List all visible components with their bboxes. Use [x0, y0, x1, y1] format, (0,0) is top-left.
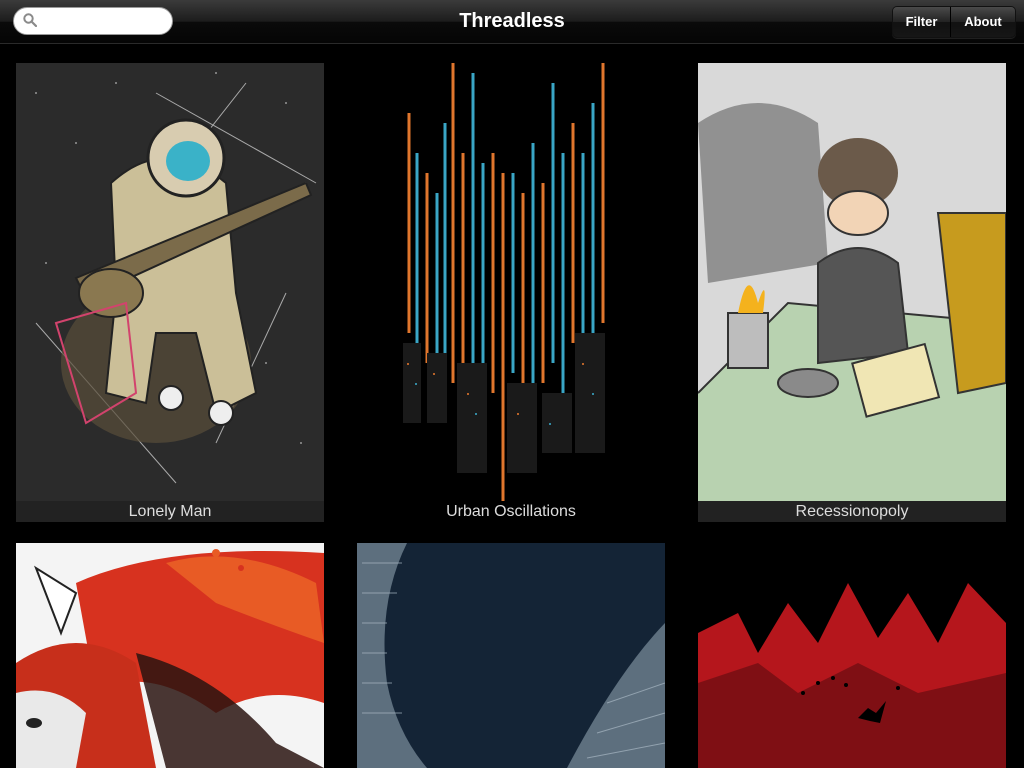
page-title: Threadless — [459, 10, 565, 32]
design-grid: Lonely Man Urban Oscillations Recessiono… — [0, 44, 1024, 768]
design-title: Recessionopoly — [698, 501, 1006, 522]
design-tile-lonely-man[interactable]: Lonely Man — [16, 63, 324, 523]
design-title: Urban Oscillations — [357, 501, 665, 522]
design-tile-recessionopoly[interactable]: Recessionopoly — [698, 63, 1006, 523]
design-tile-urban-oscillations[interactable]: Urban Oscillations — [357, 63, 665, 523]
design-tile-red-forest[interactable] — [698, 543, 1006, 768]
filter-button[interactable]: Filter — [893, 7, 950, 37]
design-artwork — [357, 63, 665, 501]
about-button[interactable]: About — [950, 7, 1015, 37]
design-title: Lonely Man — [16, 501, 324, 522]
design-artwork — [16, 543, 324, 768]
nav-segmented-control: Filter About — [892, 6, 1016, 38]
design-tile-pattern[interactable] — [357, 543, 665, 768]
design-artwork — [698, 63, 1006, 501]
navigation-bar: Threadless Filter About — [0, 0, 1024, 44]
design-artwork — [357, 543, 665, 768]
design-artwork — [16, 63, 324, 501]
design-artwork — [698, 543, 1006, 768]
design-tile-fox[interactable] — [16, 543, 324, 768]
